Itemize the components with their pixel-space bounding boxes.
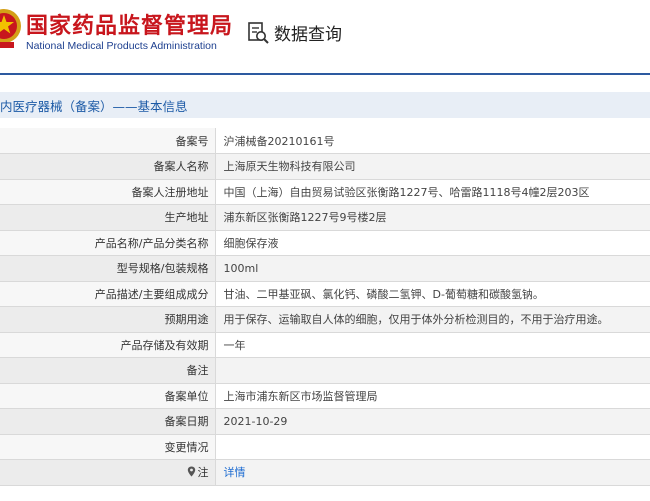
field-value: 中国（上海）自由贸易试验区张衡路1227号、哈雷路1118号4幢2层203区 <box>215 179 650 205</box>
field-label: 注 <box>197 466 209 480</box>
field-label: 产品描述/主要组成成分 <box>0 281 216 307</box>
field-value: 一年 <box>215 332 650 358</box>
field-label: 产品名称/产品分类名称 <box>0 230 216 256</box>
table-row: 产品描述/主要组成成分 甘油、二甲基亚砜、氯化钙、磷酸二氢钾、D-葡萄糖和碳酸氢… <box>0 281 650 307</box>
data-query-label: 数据查询 <box>274 25 342 45</box>
site-header: 国家药品监督管理局 National Medical Products Admi… <box>0 0 650 72</box>
field-value <box>215 434 650 460</box>
location-pin-icon <box>187 466 195 477</box>
field-label: 备案人注册地址 <box>0 179 216 205</box>
table-row: 型号规格/包装规格 100ml <box>0 255 650 282</box>
table-row: 生产地址 浦东新区张衡路1227号9号楼2层 <box>0 204 650 231</box>
record-info-table: 备案号 沪浦械备20210161号 备案人名称 上海原天生物科技有限公司 备案人… <box>0 128 650 486</box>
emblem-icon <box>0 9 21 48</box>
field-label: 备案单位 <box>0 383 216 409</box>
table-row: 变更情况 <box>0 434 650 460</box>
table-row: 预期用途 用于保存、运输取自人体的细胞，仅用于体外分析检测目的，不用于治疗用途。 <box>0 306 650 333</box>
field-label: 预期用途 <box>0 306 216 333</box>
note-label-cell: 注 <box>0 459 216 486</box>
table-row: 备案人注册地址 中国（上海）自由贸易试验区张衡路1227号、哈雷路1118号4幢… <box>0 179 650 205</box>
field-value-cell: 详情 <box>215 459 650 486</box>
table-row: 产品存储及有效期 一年 <box>0 332 650 358</box>
field-label: 型号规格/包装规格 <box>0 255 216 282</box>
field-value: 浦东新区张衡路1227号9号楼2层 <box>215 204 650 231</box>
section-title-bar: 内医疗器械（备案）——基本信息 <box>0 92 650 118</box>
table-row: 备案号 沪浦械备20210161号 <box>0 128 650 154</box>
field-value: 沪浦械备20210161号 <box>215 128 650 154</box>
site-logo-subtitle[interactable]: National Medical Products Administration <box>26 40 217 52</box>
details-link[interactable]: 详情 <box>224 466 246 479</box>
field-value: 上海市浦东新区市场监督管理局 <box>215 383 650 409</box>
table-row: 备案人名称 上海原天生物科技有限公司 <box>0 153 650 180</box>
field-label: 备案人名称 <box>0 153 216 180</box>
field-value: 上海原天生物科技有限公司 <box>215 153 650 180</box>
table-row: 注 详情 <box>0 459 650 486</box>
table-row: 产品名称/产品分类名称 细胞保存液 <box>0 230 650 256</box>
table-row: 备注 <box>0 357 650 384</box>
data-query-link[interactable]: 数据查询 <box>246 20 342 45</box>
site-logo-title[interactable]: 国家药品监督管理局 <box>26 8 233 40</box>
section-title: 内医疗器械（备案）——基本信息 <box>0 99 188 114</box>
header-divider <box>0 73 650 75</box>
search-document-icon <box>248 21 269 44</box>
field-value <box>215 357 650 384</box>
field-label: 变更情况 <box>0 434 216 460</box>
field-value: 细胞保存液 <box>215 230 650 256</box>
field-label: 备案日期 <box>0 408 216 435</box>
field-value: 用于保存、运输取自人体的细胞，仅用于体外分析检测目的，不用于治疗用途。 <box>215 306 650 333</box>
field-label: 备案号 <box>0 128 216 154</box>
field-label: 产品存储及有效期 <box>0 332 216 358</box>
field-label: 生产地址 <box>0 204 216 231</box>
table-row: 备案日期 2021-10-29 <box>0 408 650 435</box>
field-value: 100ml <box>215 255 650 282</box>
field-value: 2021-10-29 <box>215 408 650 435</box>
field-label: 备注 <box>0 357 216 384</box>
field-value: 甘油、二甲基亚砜、氯化钙、磷酸二氢钾、D-葡萄糖和碳酸氢钠。 <box>215 281 650 307</box>
table-row: 备案单位 上海市浦东新区市场监督管理局 <box>0 383 650 409</box>
